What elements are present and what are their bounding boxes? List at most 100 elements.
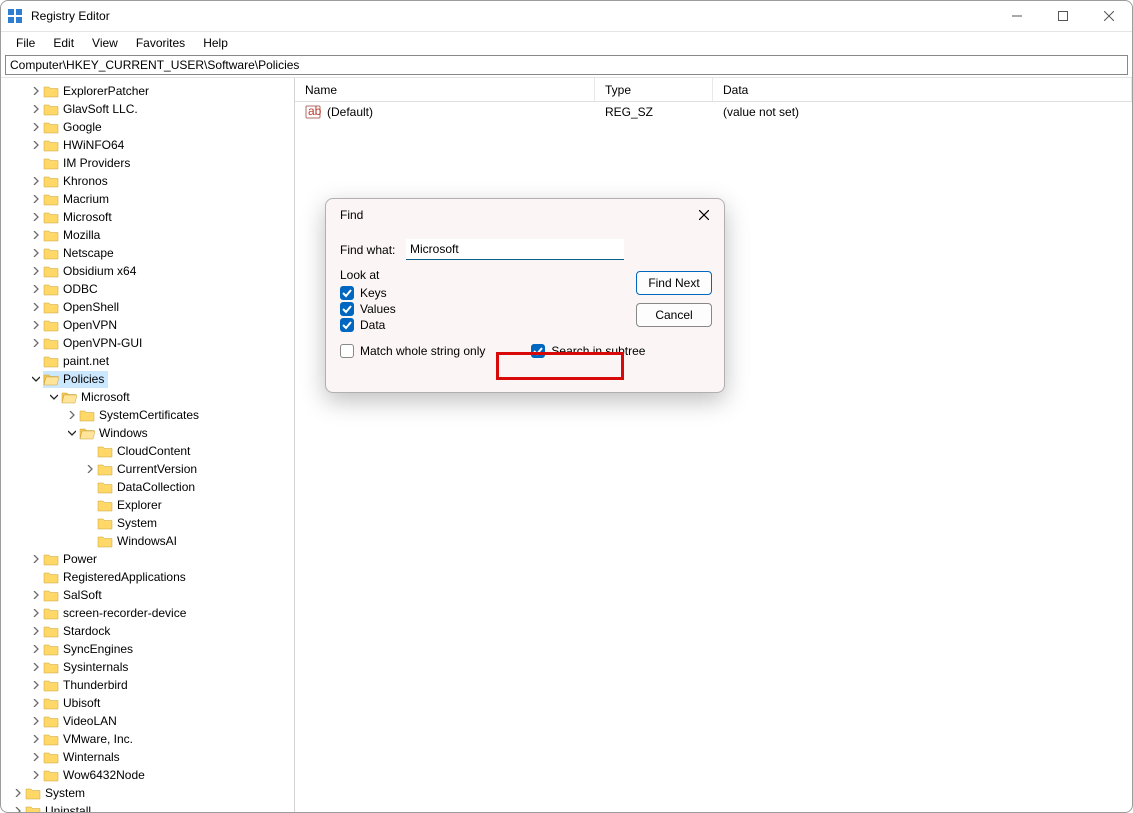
find-what-input[interactable]	[406, 239, 624, 260]
dialog-close-button[interactable]	[688, 201, 720, 229]
tree-node[interactable]: Policies	[1, 370, 294, 388]
tree-node[interactable]: HWiNFO64	[1, 136, 294, 154]
close-button[interactable]	[1086, 1, 1132, 31]
chevron-right-icon[interactable]	[29, 102, 43, 116]
chevron-right-icon[interactable]	[29, 192, 43, 206]
values-checkbox[interactable]	[340, 302, 354, 316]
chevron-right-icon[interactable]	[11, 804, 25, 812]
chevron-right-icon[interactable]	[29, 336, 43, 350]
chevron-right-icon[interactable]	[29, 660, 43, 674]
chevron-right-icon[interactable]	[29, 210, 43, 224]
tree-node[interactable]: GlavSoft LLC.	[1, 100, 294, 118]
chevron-down-icon[interactable]	[65, 426, 79, 440]
cancel-button[interactable]: Cancel	[636, 303, 712, 327]
tree-node[interactable]: Khronos	[1, 172, 294, 190]
tree-node[interactable]: Macrium	[1, 190, 294, 208]
chevron-right-icon[interactable]	[29, 606, 43, 620]
tree-node[interactable]: System	[1, 784, 294, 802]
tree-node[interactable]: Sysinternals	[1, 658, 294, 676]
tree-node[interactable]: SystemCertificates	[1, 406, 294, 424]
chevron-right-icon[interactable]	[29, 174, 43, 188]
tree-node[interactable]: Uninstall	[1, 802, 294, 812]
chevron-right-icon[interactable]	[29, 588, 43, 602]
tree-node[interactable]: Netscape	[1, 244, 294, 262]
menu-edit[interactable]: Edit	[44, 34, 83, 52]
chevron-right-icon[interactable]	[29, 138, 43, 152]
chevron-right-icon[interactable]	[29, 732, 43, 746]
dialog-title-bar[interactable]: Find	[326, 199, 724, 231]
tree-node[interactable]: WindowsAI	[1, 532, 294, 550]
tree-node[interactable]: Explorer	[1, 496, 294, 514]
chevron-right-icon[interactable]	[29, 300, 43, 314]
tree-node[interactable]: Thunderbird	[1, 676, 294, 694]
keys-checkbox[interactable]	[340, 286, 354, 300]
maximize-button[interactable]	[1040, 1, 1086, 31]
chevron-right-icon[interactable]	[29, 228, 43, 242]
chevron-right-icon[interactable]	[83, 462, 97, 476]
chevron-right-icon[interactable]	[65, 408, 79, 422]
tree-node[interactable]: Microsoft	[1, 208, 294, 226]
value-row[interactable]: ab(Default)REG_SZ(value not set)	[295, 102, 1132, 122]
tree-node[interactable]: VideoLAN	[1, 712, 294, 730]
tree-node[interactable]: RegisteredApplications	[1, 568, 294, 586]
tree-node[interactable]: OpenVPN-GUI	[1, 334, 294, 352]
chevron-right-icon[interactable]	[29, 750, 43, 764]
data-checkbox[interactable]	[340, 318, 354, 332]
chevron-right-icon[interactable]	[11, 786, 25, 800]
minimize-button[interactable]	[994, 1, 1040, 31]
tree-node[interactable]: OpenVPN	[1, 316, 294, 334]
chevron-right-icon[interactable]	[29, 282, 43, 296]
chevron-right-icon[interactable]	[29, 714, 43, 728]
search-subtree-checkbox[interactable]	[531, 344, 545, 358]
chevron-right-icon[interactable]	[29, 678, 43, 692]
address-bar[interactable]: Computer\HKEY_CURRENT_USER\Software\Poli…	[5, 55, 1128, 75]
menu-file[interactable]: File	[7, 34, 44, 52]
tree-node[interactable]: CloudContent	[1, 442, 294, 460]
match-whole-checkbox[interactable]	[340, 344, 354, 358]
tree-node[interactable]: Ubisoft	[1, 694, 294, 712]
find-next-button[interactable]: Find Next	[636, 271, 712, 295]
chevron-right-icon[interactable]	[29, 696, 43, 710]
chevron-down-icon[interactable]	[47, 390, 61, 404]
col-type[interactable]: Type	[595, 78, 713, 101]
chevron-right-icon[interactable]	[29, 642, 43, 656]
tree-node[interactable]: screen-recorder-device	[1, 604, 294, 622]
col-data[interactable]: Data	[713, 78, 1132, 101]
tree-node[interactable]: ODBC	[1, 280, 294, 298]
col-name[interactable]: Name	[295, 78, 595, 101]
tree-node[interactable]: Mozilla	[1, 226, 294, 244]
chevron-right-icon[interactable]	[29, 552, 43, 566]
chevron-right-icon[interactable]	[29, 84, 43, 98]
chevron-right-icon[interactable]	[29, 120, 43, 134]
tree-node[interactable]: ExplorerPatcher	[1, 82, 294, 100]
chevron-down-icon[interactable]	[29, 372, 43, 386]
tree-node[interactable]: SyncEngines	[1, 640, 294, 658]
menu-view[interactable]: View	[83, 34, 127, 52]
tree-node[interactable]: IM Providers	[1, 154, 294, 172]
tree-pane[interactable]: ExplorerPatcherGlavSoft LLC.GoogleHWiNFO…	[1, 78, 295, 812]
tree-node[interactable]: Obsidium x64	[1, 262, 294, 280]
chevron-right-icon[interactable]	[29, 264, 43, 278]
tree-node[interactable]: CurrentVersion	[1, 460, 294, 478]
tree-node[interactable]: VMware, Inc.	[1, 730, 294, 748]
tree-node[interactable]: Power	[1, 550, 294, 568]
tree-node[interactable]: System	[1, 514, 294, 532]
chevron-right-icon[interactable]	[29, 246, 43, 260]
list-pane[interactable]: Name Type Data ab(Default)REG_SZ(value n…	[295, 78, 1132, 812]
tree-node[interactable]: Google	[1, 118, 294, 136]
tree-node[interactable]: Microsoft	[1, 388, 294, 406]
tree-node[interactable]: Windows	[1, 424, 294, 442]
tree-node[interactable]: Winternals	[1, 748, 294, 766]
tree-node[interactable]: paint.net	[1, 352, 294, 370]
keys-label: Keys	[360, 286, 387, 300]
chevron-right-icon[interactable]	[29, 624, 43, 638]
menu-favorites[interactable]: Favorites	[127, 34, 194, 52]
menu-help[interactable]: Help	[194, 34, 237, 52]
tree-node[interactable]: Stardock	[1, 622, 294, 640]
tree-node[interactable]: OpenShell	[1, 298, 294, 316]
chevron-right-icon[interactable]	[29, 768, 43, 782]
tree-node[interactable]: Wow6432Node	[1, 766, 294, 784]
tree-node[interactable]: SalSoft	[1, 586, 294, 604]
tree-node[interactable]: DataCollection	[1, 478, 294, 496]
chevron-right-icon[interactable]	[29, 318, 43, 332]
